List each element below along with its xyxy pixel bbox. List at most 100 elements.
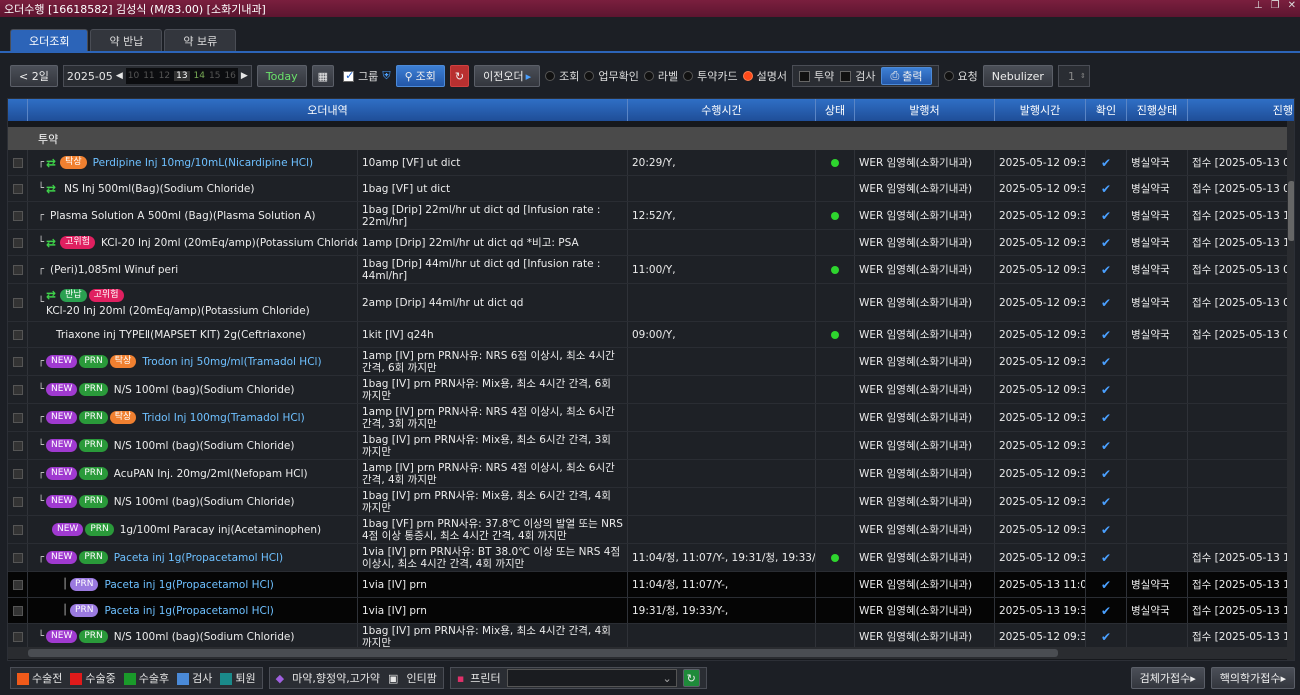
today-button[interactable]: Today <box>256 65 307 87</box>
radio-request[interactable]: 요청 <box>943 68 978 84</box>
confirm-cell[interactable]: ✔ <box>1086 544 1127 571</box>
pin-icon[interactable]: ⊥ <box>1254 0 1263 11</box>
radio-task-check[interactable]: 업무확인 <box>584 68 639 84</box>
header-issued-time[interactable]: 발행시간 <box>995 99 1086 121</box>
prev-order-button[interactable]: 이전오더 ▸ <box>474 65 541 87</box>
row-checkbox[interactable] <box>12 210 23 221</box>
close-icon[interactable]: ✕ <box>1288 0 1296 11</box>
radio-med-card[interactable]: 투약카드 <box>683 68 738 84</box>
tab-drug-hold[interactable]: 약 보류 <box>164 29 237 51</box>
row-checkbox[interactable] <box>12 579 23 590</box>
confirm-cell[interactable]: ✔ <box>1086 230 1127 255</box>
nebulizer-button[interactable]: Nebulizer <box>982 65 1053 87</box>
row-checkbox[interactable] <box>12 183 23 194</box>
nuclear-receipt-button[interactable]: 핵의학가접수 ▸ <box>1210 667 1295 689</box>
row-checkbox[interactable] <box>12 329 23 340</box>
confirm-cell[interactable]: ✔ <box>1086 572 1127 597</box>
table-row[interactable]: └ NEW PRN N/S 100ml (bag)(Sodium Chloride) … <box>8 432 1288 460</box>
printer-select[interactable]: ⌄ <box>506 669 677 687</box>
table-row[interactable]: └ ⇄ NS Inj 500ml(Bag)(Sodium Chloride) 1ba… <box>8 176 1288 202</box>
next-arrow-icon[interactable]: ▶ <box>241 71 248 81</box>
chk-exam[interactable]: 검사 <box>840 68 875 84</box>
day-cell[interactable]: 10 <box>128 71 139 81</box>
table-row[interactable]: Triaxone inj TYPEⅡ(MAPSET KIT) 2g(Ceftri… <box>8 322 1288 348</box>
confirm-cell[interactable]: ✔ <box>1086 176 1127 201</box>
horizontal-scrollbar[interactable] <box>8 647 1287 659</box>
confirm-cell[interactable]: ✔ <box>1086 516 1127 543</box>
table-row[interactable]: └ NEW PRN N/S 100ml (bag)(Sodium Chloride) … <box>8 488 1288 516</box>
tab-drug-return[interactable]: 약 반납 <box>90 29 163 51</box>
group-checkbox[interactable]: 그룹⛨ <box>343 68 391 84</box>
table-row[interactable]: └ NEW PRN N/S 100ml (bag)(Sodium Chloride) … <box>8 376 1288 404</box>
refresh-button[interactable]: ↻ <box>449 65 470 87</box>
prev-days-button[interactable]: < 2일 <box>10 65 58 87</box>
table-row[interactable]: NEW PRN 1g/100ml Paracay inj(Acetaminophen… <box>8 516 1288 544</box>
table-row[interactable]: ┌ (Peri)1,085ml Winuf peri 1bag [Drip] 44… <box>8 256 1288 284</box>
row-checkbox[interactable] <box>12 468 23 479</box>
restore-icon[interactable]: ❐ <box>1271 0 1280 11</box>
table-row[interactable]: ┌ Plasma Solution A 500ml (Bag)(Plasma So… <box>8 202 1288 230</box>
day-cell[interactable]: 15 <box>209 71 220 81</box>
radio-view[interactable]: 조회 <box>545 68 579 84</box>
print-button[interactable]: ⎙ 출력 <box>881 67 932 85</box>
confirm-cell[interactable]: ✔ <box>1086 348 1127 375</box>
confirm-cell[interactable]: ✔ <box>1086 404 1127 431</box>
row-checkbox[interactable] <box>12 440 23 451</box>
header-status[interactable]: 상태 <box>816 99 855 121</box>
row-checkbox[interactable] <box>12 524 23 535</box>
row-checkbox[interactable] <box>12 605 23 616</box>
table-row[interactable]: │ PRN Paceta inj 1g(Propacetamol HCl) 1via… <box>8 572 1288 598</box>
confirm-cell[interactable]: ✔ <box>1086 256 1127 283</box>
confirm-cell[interactable]: ✔ <box>1086 432 1127 459</box>
row-checkbox[interactable] <box>12 384 23 395</box>
row-checkbox[interactable] <box>12 264 23 275</box>
printer-refresh-button[interactable]: ↻ <box>682 669 700 687</box>
confirm-cell[interactable]: ✔ <box>1086 376 1127 403</box>
header-order[interactable]: 오더내역 <box>28 99 628 121</box>
confirm-cell[interactable]: ✔ <box>1086 460 1127 487</box>
confirm-cell[interactable]: ✔ <box>1086 598 1127 623</box>
table-row[interactable]: └ ⇄ 고위험 KCl-20 Inj 20ml (20mEq/amp)(Potassi… <box>8 230 1288 256</box>
confirm-cell[interactable]: ✔ <box>1086 322 1127 347</box>
radio-label-print[interactable]: 라벨 <box>643 68 678 84</box>
vertical-scrollbar[interactable] <box>1287 121 1294 660</box>
day-cell[interactable]: 11 <box>143 71 154 81</box>
day-cell[interactable]: 14 <box>194 71 205 81</box>
table-row[interactable]: └ ⇄ 반납 고위험 KCl-20 Inj 20ml (20mEq/amp)(Pot… <box>8 284 1288 322</box>
header-exec-time[interactable]: 수행시간 <box>628 99 816 121</box>
confirm-cell[interactable]: ✔ <box>1086 202 1127 229</box>
table-row[interactable]: ┌ NEW PRN Paceta inj 1g(Propacetamol HCl) 1… <box>8 544 1288 572</box>
header-confirm[interactable]: 확인 <box>1086 99 1127 121</box>
row-checkbox[interactable] <box>12 412 23 423</box>
tab-order-view[interactable]: 오더조회 <box>10 29 89 51</box>
row-checkbox[interactable] <box>12 237 23 248</box>
specimen-receipt-button[interactable]: 검체가접수 ▸ <box>1130 667 1205 689</box>
confirm-cell[interactable]: ✔ <box>1086 284 1127 321</box>
prev-arrow-icon[interactable]: ◀ <box>116 71 123 81</box>
calendar-button[interactable]: ▦ <box>311 65 335 87</box>
day-cell[interactable]: 16 <box>224 71 235 81</box>
row-checkbox[interactable] <box>12 552 23 563</box>
confirm-cell[interactable]: ✔ <box>1086 624 1127 649</box>
header-progress[interactable]: 진행 <box>1188 99 1294 121</box>
table-row[interactable]: ┌ ⇄ 탁상 Perdipine Inj 10mg/10mL(Nicardipine … <box>8 150 1288 176</box>
row-checkbox[interactable] <box>12 631 23 642</box>
day-cell[interactable]: 13 <box>174 71 190 81</box>
table-row[interactable]: ┌ NEW PRN 탁상 Trodon inj 50mg/ml(Tramadol HCl… <box>8 348 1288 376</box>
row-checkbox[interactable] <box>12 496 23 507</box>
table-row[interactable]: ┌ NEW PRN 탁상 Tridol Inj 100mg(Tramadol HCl) … <box>8 404 1288 432</box>
search-button[interactable]: ⚲ 조회 <box>395 65 445 87</box>
chk-medication[interactable]: 투약 <box>798 68 834 84</box>
radio-instruction[interactable]: 설명서 <box>742 68 787 84</box>
scroll-thumb[interactable] <box>28 649 1058 657</box>
header-progress-state[interactable]: 진행상태 <box>1127 99 1188 121</box>
table-row[interactable]: │ PRN Paceta inj 1g(Propacetamol HCl) 1via… <box>8 598 1288 624</box>
row-checkbox[interactable] <box>12 157 23 168</box>
table-row[interactable]: ┌ NEW PRN AcuPAN Inj. 20mg/2ml(Nefopam HCl)… <box>8 460 1288 488</box>
day-cell[interactable]: 12 <box>159 71 170 81</box>
header-issuer[interactable]: 발행처 <box>855 99 995 121</box>
row-checkbox[interactable] <box>12 297 23 308</box>
confirm-cell[interactable]: ✔ <box>1086 488 1127 515</box>
count-spinner[interactable]: 1 ⇕ <box>1057 65 1090 87</box>
row-checkbox[interactable] <box>12 356 23 367</box>
